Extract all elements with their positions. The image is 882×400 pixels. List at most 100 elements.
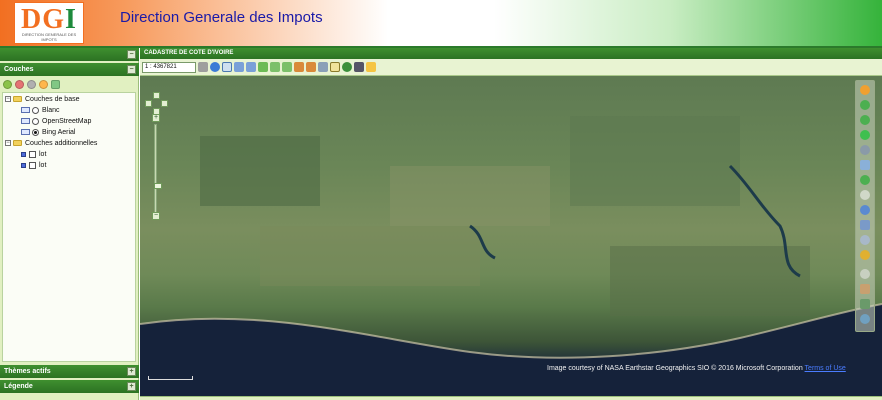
pan-control (145, 92, 169, 116)
tree-node-couches-additionnelles[interactable]: − Couches additionnelles (5, 138, 97, 148)
measure-distance-icon[interactable] (294, 62, 304, 72)
couches-title: Couches (4, 66, 34, 73)
zoom-slider: + − (152, 114, 162, 220)
tree-node-couches-de-base[interactable]: − Couches de base (5, 94, 79, 104)
map-title: CADASTRE DE COTE D'IVOIRE (144, 50, 234, 56)
layer-toolbar (3, 80, 60, 90)
map-footer (140, 396, 882, 400)
tool-icon-8[interactable] (860, 190, 870, 200)
tool-icon-12[interactable] (860, 250, 870, 260)
tool-icon-2[interactable] (860, 100, 870, 110)
terms-of-use-link[interactable]: Terms of Use (805, 365, 846, 372)
collapse-toggle-icon[interactable]: − (5, 140, 11, 146)
measure-area-icon[interactable] (306, 62, 316, 72)
expand-legende-button[interactable]: + (127, 382, 136, 391)
radio-blanc[interactable] (32, 106, 39, 114)
layer-item-lot[interactable]: lot (21, 149, 46, 159)
tool-icon-6[interactable] (860, 160, 870, 170)
tool-icon-10[interactable] (860, 220, 870, 230)
scale-select-icon[interactable] (198, 62, 208, 72)
satellite-imagery (140, 116, 882, 396)
tool-icon-13[interactable] (860, 269, 870, 279)
pan-right-button[interactable] (161, 100, 168, 107)
zoom-in-button[interactable]: + (152, 114, 160, 122)
tool-icon-4[interactable] (860, 130, 870, 140)
themes-title: Thèmes actifs (4, 368, 51, 375)
map-tools-bar (855, 80, 875, 332)
print-icon[interactable] (318, 62, 328, 72)
layer-icon (21, 129, 30, 135)
base-group-label: Couches de base (25, 95, 80, 103)
tool-icon-9[interactable] (860, 205, 870, 215)
zoom-extent-icon[interactable] (258, 62, 268, 72)
checkbox-lot[interactable] (29, 150, 36, 158)
zoom-track[interactable] (154, 124, 162, 216)
left-panel-topbar: − (0, 48, 139, 61)
remove-layer-icon[interactable] (15, 80, 24, 89)
layer-icon (21, 151, 26, 157)
zoom-out-button[interactable]: − (152, 212, 160, 220)
map-view[interactable]: + − Image courtesy of NASA Earthstar Geo… (140, 76, 882, 396)
layer-label: Blanc (42, 106, 60, 114)
layer-item-bing-aerial[interactable]: Bing Aerial (21, 127, 75, 137)
zoom-out-icon[interactable] (246, 62, 256, 72)
tool-icon-5[interactable] (860, 145, 870, 155)
layer-properties-icon[interactable] (39, 80, 48, 89)
expand-themes-button[interactable]: + (127, 367, 136, 376)
tool-icon-11[interactable] (860, 235, 870, 245)
scale-input[interactable]: 1 : 4367821 (142, 61, 196, 73)
tool-icon-3[interactable] (860, 115, 870, 125)
radio-openstreetmap[interactable] (32, 117, 39, 125)
binoculars-icon[interactable] (354, 62, 364, 72)
tool-icon-15[interactable] (860, 299, 870, 309)
layer-icon (21, 118, 30, 124)
dgi-logo: DG I DIRECTION GENERALE DES IMPOTS (14, 2, 84, 44)
pan-icon[interactable] (222, 62, 232, 72)
layer-icon (21, 107, 30, 113)
zoom-handle[interactable] (154, 183, 162, 189)
radio-bing-aerial[interactable] (32, 128, 39, 136)
scale-bar (148, 376, 193, 380)
info-icon[interactable] (210, 62, 220, 72)
folder-icon (13, 140, 22, 146)
pan-left-button[interactable] (145, 100, 152, 107)
collapse-toggle-icon[interactable]: − (5, 96, 11, 102)
add-layer-icon[interactable] (3, 80, 12, 89)
layer-label: lot (39, 150, 47, 158)
pan-up-button[interactable] (153, 92, 160, 99)
tool-icon-1[interactable] (860, 85, 870, 95)
legende-title: Légende (4, 383, 33, 390)
couches-panel-header: Couches − (0, 63, 139, 76)
map-toolbar: 1 : 4367821 (140, 59, 882, 76)
globe-icon[interactable] (342, 62, 352, 72)
map-icon[interactable] (330, 62, 340, 72)
folder-icon (13, 96, 22, 102)
layer-item-lot-2[interactable]: lot (21, 160, 46, 170)
collapse-left-panel-button[interactable]: − (127, 50, 136, 59)
zoom-in-icon[interactable] (234, 62, 244, 72)
next-view-icon[interactable] (282, 62, 292, 72)
layer-folder-icon[interactable] (51, 80, 60, 89)
attribution-text: Image courtesy of NASA Earthstar Geograp… (547, 365, 803, 372)
app-header: DG I DIRECTION GENERALE DES IMPOTS Direct… (0, 0, 882, 46)
page-title: Direction Generale des Impots (120, 9, 323, 26)
logo-subtext: DIRECTION GENERALE DES IMPOTS (21, 32, 77, 42)
checkbox-lot-2[interactable] (29, 161, 36, 169)
themes-actifs-header[interactable]: Thèmes actifs + (0, 365, 139, 378)
layer-tree: − Couches de base Blanc OpenStreetMap Bi… (2, 92, 136, 362)
star-icon[interactable] (366, 62, 376, 72)
map-panel-header: CADASTRE DE COTE D'IVOIRE (140, 48, 882, 59)
additional-group-label: Couches additionnelles (25, 139, 98, 147)
tool-icon-7[interactable] (860, 175, 870, 185)
layer-tools-icon[interactable] (27, 80, 36, 89)
tool-icon-16[interactable] (860, 314, 870, 324)
layer-item-blanc[interactable]: Blanc (21, 105, 60, 115)
layer-item-openstreetmap[interactable]: OpenStreetMap (21, 116, 91, 126)
collapse-couches-button[interactable]: − (127, 65, 136, 74)
layer-label: OpenStreetMap (42, 117, 92, 125)
previous-view-icon[interactable] (270, 62, 280, 72)
legende-header[interactable]: Légende + (0, 380, 139, 393)
layer-label: lot (39, 161, 47, 169)
layer-icon (21, 162, 26, 168)
tool-icon-14[interactable] (860, 284, 870, 294)
